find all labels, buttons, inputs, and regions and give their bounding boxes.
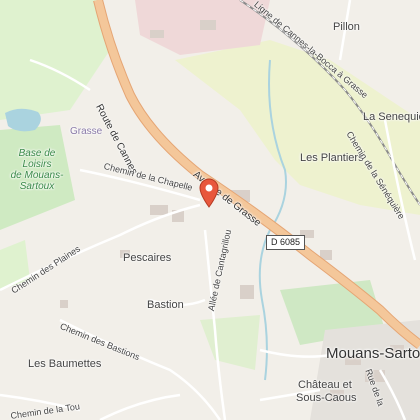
park-label-line1: Base de — [18, 148, 56, 159]
place-label-les-plantiers: Les Plantiers — [300, 152, 364, 164]
place-label-bastion: Bastion — [147, 299, 184, 311]
place-label-pescaires: Pescaires — [123, 252, 172, 264]
admin-label-grasse: Grasse — [70, 126, 103, 137]
location-marker[interactable] — [198, 178, 220, 213]
map-view[interactable]: Pillon La Senequier Les Plantiers Pescai… — [0, 0, 420, 420]
park-label-line3: de Mouans- — [10, 170, 64, 181]
park-label-line4: Sartoux — [19, 181, 55, 192]
city-label-mouans-sartoux: Mouans-Sartoux — [326, 345, 420, 362]
place-label-les-baumettes: Les Baumettes — [28, 358, 102, 370]
park-label-base-de-loisirs: Base de Loisirs de Mouans- Sartoux — [2, 148, 72, 192]
place-label-chateau-line1: Château et — [298, 379, 352, 391]
place-label-chateau-line2: Sous-Caous — [296, 392, 357, 404]
place-label-la-senequier: La Senequier — [363, 111, 420, 123]
place-label-pillon: Pillon — [333, 21, 360, 33]
park-label-line2: Loisirs — [22, 159, 52, 170]
road-shield-d6085: D 6085 — [266, 235, 306, 250]
map-pin-icon — [199, 178, 219, 208]
